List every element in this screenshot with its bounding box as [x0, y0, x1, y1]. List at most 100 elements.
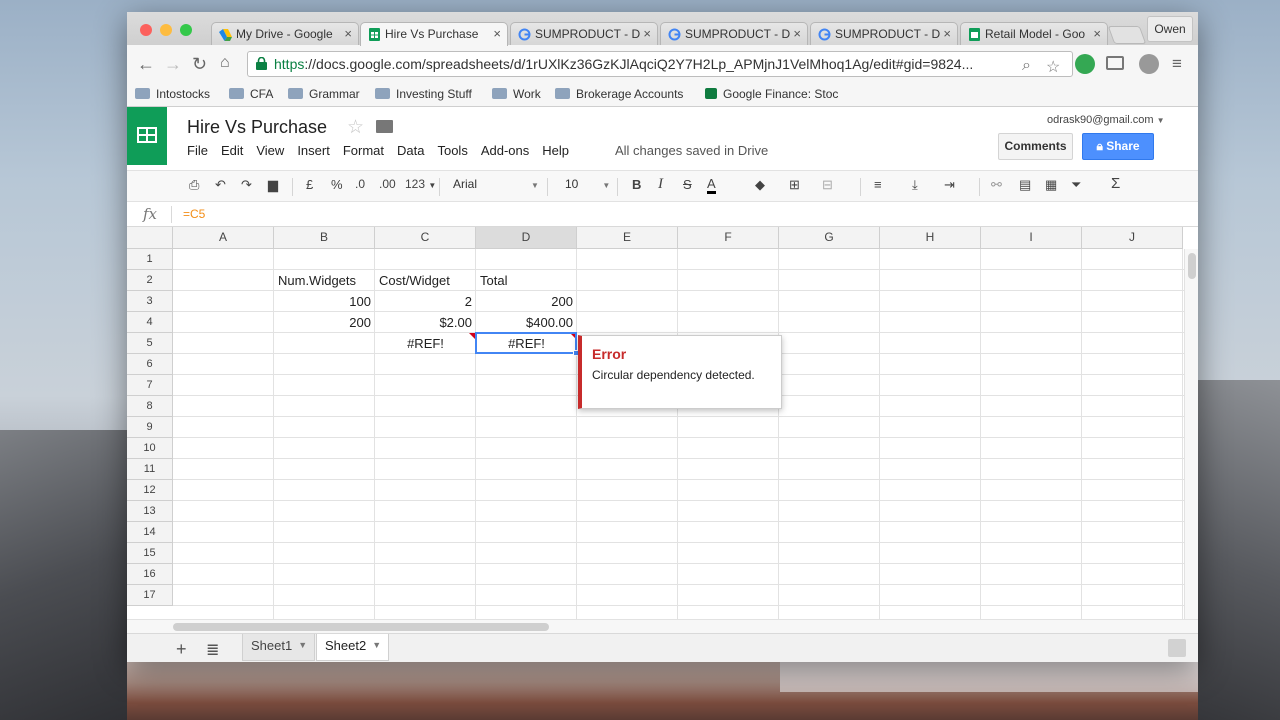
row-header-5[interactable]: 5	[127, 333, 173, 354]
browser-tab-sumproduct-1[interactable]: SUMPRODUCT - D ×	[510, 22, 658, 46]
increase-decimal-button[interactable]: .00	[379, 177, 396, 191]
decrease-decimal-button[interactable]: .0	[355, 177, 365, 191]
extension-icon[interactable]	[1075, 54, 1095, 74]
browser-tab-retail-model[interactable]: Retail Model - Goo ×	[960, 22, 1108, 46]
menu-help[interactable]: Help	[542, 143, 569, 158]
menu-view[interactable]: View	[256, 143, 284, 158]
row-header-12[interactable]: 12	[127, 480, 173, 501]
undo-icon[interactable]: ↶	[215, 177, 226, 193]
row-header-15[interactable]: 15	[127, 543, 173, 564]
bookmark-cfa[interactable]: CFA	[229, 87, 273, 101]
row-header-16[interactable]: 16	[127, 564, 173, 585]
percent-format-button[interactable]: %	[331, 177, 343, 192]
text-color-button[interactable]: A	[707, 177, 716, 194]
cell-c2[interactable]: Cost/Widget	[375, 270, 476, 291]
document-title[interactable]: Hire Vs Purchase	[187, 117, 327, 138]
close-tab-icon[interactable]: ×	[793, 26, 801, 41]
row-header-1[interactable]: 1	[127, 249, 173, 270]
horizontal-align-icon[interactable]: ≡	[874, 177, 882, 192]
star-icon[interactable]: ☆	[347, 116, 364, 139]
search-icon[interactable]: ⌕	[1022, 57, 1031, 75]
bookmark-brokerage-accounts[interactable]: Brokerage Accounts	[555, 87, 683, 101]
print-icon[interactable]: ⎙	[189, 177, 199, 193]
bookmark-investing-stuff[interactable]: Investing Stuff	[375, 87, 472, 101]
close-tab-icon[interactable]: ×	[344, 26, 352, 41]
row-header-7[interactable]: 7	[127, 375, 173, 396]
sheet-tab-sheet2[interactable]: Sheet2 ▼	[316, 634, 390, 661]
row-header-6[interactable]: 6	[127, 354, 173, 375]
row-header-8[interactable]: 8	[127, 396, 173, 417]
formula-input[interactable]: =C5	[183, 207, 205, 221]
column-header-j[interactable]: J	[1082, 227, 1183, 249]
paint-format-icon[interactable]: ▆	[268, 177, 278, 193]
insert-chart-icon[interactable]: ▦	[1045, 177, 1057, 193]
cell-d4[interactable]: $400.00	[476, 312, 577, 333]
forward-arrow-icon[interactable]: →	[164, 54, 182, 75]
cell-d2[interactable]: Total	[476, 270, 577, 291]
row-header-13[interactable]: 13	[127, 501, 173, 522]
bookmark-grammar[interactable]: Grammar	[288, 87, 360, 101]
font-size-select[interactable]: 10 ▼	[565, 177, 610, 191]
home-icon[interactable]: ⌂	[220, 54, 230, 72]
browser-tab-sumproduct-2[interactable]: SUMPRODUCT - D ×	[660, 22, 808, 46]
merge-cells-icon[interactable]: ⊟	[822, 177, 833, 193]
menu-format[interactable]: Format	[343, 143, 384, 158]
menu-insert[interactable]: Insert	[297, 143, 330, 158]
font-family-select[interactable]: Arial ▼	[453, 177, 539, 191]
spreadsheet-grid[interactable]: A B C D E F G H I J 1 2 3 4 5 6 7 8 9 10 11 12 13 14 15 16 17 Num.W…	[127, 227, 1198, 619]
currency-format-button[interactable]: £	[306, 177, 313, 192]
column-header-b[interactable]: B	[274, 227, 375, 249]
more-formats-button[interactable]: 123 ▼	[405, 177, 436, 191]
column-header-a[interactable]: A	[173, 227, 274, 249]
menu-edit[interactable]: Edit	[221, 143, 243, 158]
column-header-g[interactable]: G	[779, 227, 880, 249]
bookmark-google-finance[interactable]: Google Finance: Stoc	[705, 87, 838, 101]
sheet-tab-sheet1[interactable]: Sheet1 ▼	[242, 634, 316, 661]
cell-c5[interactable]: #REF!	[375, 333, 476, 354]
close-window-button[interactable]	[140, 24, 152, 36]
column-header-f[interactable]: F	[678, 227, 779, 249]
filter-icon[interactable]: ⏷	[1071, 177, 1081, 193]
cell-b4[interactable]: 200	[274, 312, 375, 333]
select-all-corner[interactable]	[127, 227, 173, 249]
cell-c3[interactable]: 2	[375, 291, 476, 312]
menu-addons[interactable]: Add-ons	[481, 143, 529, 158]
all-sheets-icon[interactable]: ≣	[206, 640, 219, 660]
row-header-2[interactable]: 2	[127, 270, 173, 291]
column-header-d[interactable]: D	[476, 227, 577, 249]
profile-button[interactable]: Owen	[1147, 16, 1193, 42]
back-arrow-icon[interactable]: ←	[137, 54, 155, 75]
zoom-window-button[interactable]	[180, 24, 192, 36]
cell-c4[interactable]: $2.00	[375, 312, 476, 333]
move-to-folder-icon[interactable]	[376, 120, 393, 133]
menu-tools[interactable]: Tools	[437, 143, 467, 158]
italic-button[interactable]: I	[658, 176, 663, 193]
bookmark-intostocks[interactable]: Intostocks	[135, 87, 210, 101]
functions-button[interactable]: Σ	[1111, 175, 1120, 192]
comments-button[interactable]: Comments	[998, 133, 1073, 160]
row-header-10[interactable]: 10	[127, 438, 173, 459]
borders-icon[interactable]: ⊞	[789, 177, 800, 193]
row-header-4[interactable]: 4	[127, 312, 173, 333]
row-header-9[interactable]: 9	[127, 417, 173, 438]
cell-d3[interactable]: 200	[476, 291, 577, 312]
scroll-thumb[interactable]	[1188, 253, 1196, 279]
menu-file[interactable]: File	[187, 143, 208, 158]
column-header-h[interactable]: H	[880, 227, 981, 249]
close-tab-icon[interactable]: ×	[493, 26, 501, 41]
text-wrapping-icon[interactable]: ⇥	[944, 177, 955, 193]
bold-button[interactable]: B	[632, 177, 641, 192]
skype-icon[interactable]	[1139, 54, 1159, 74]
vertical-align-icon[interactable]: ⤓	[912, 177, 918, 193]
cell-b2[interactable]: Num.Widgets	[274, 270, 375, 291]
column-header-e[interactable]: E	[577, 227, 678, 249]
column-header-i[interactable]: I	[981, 227, 1082, 249]
insert-link-icon[interactable]: ⚯	[991, 177, 1002, 193]
cast-icon[interactable]	[1106, 56, 1124, 70]
horizontal-scrollbar[interactable]	[127, 619, 1198, 633]
address-bar[interactable]: https://docs.google.com/spreadsheets/d/1…	[247, 51, 1073, 77]
column-header-c[interactable]: C	[375, 227, 476, 249]
scroll-thumb[interactable]	[173, 623, 549, 631]
explore-icon[interactable]	[1168, 639, 1186, 657]
browser-tab-my-drive[interactable]: My Drive - Google ×	[211, 22, 359, 46]
